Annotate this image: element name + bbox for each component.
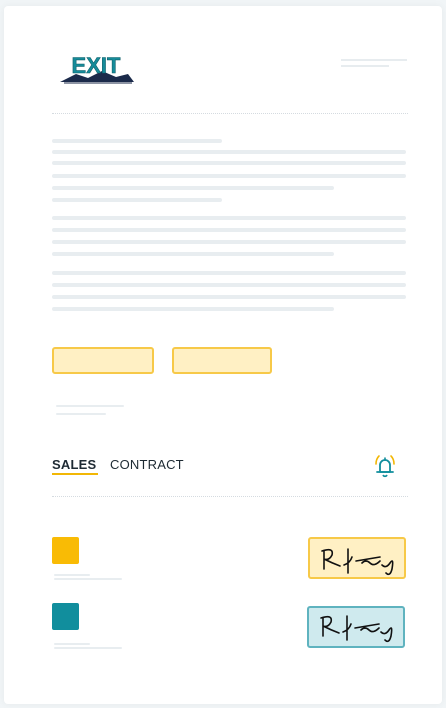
- logo-text: EXIT: [72, 53, 121, 78]
- text-line: [52, 150, 406, 154]
- text-line: [52, 252, 334, 256]
- tabs-divider: [52, 496, 408, 497]
- tab-contract[interactable]: CONTRACT: [110, 457, 184, 472]
- signer-color-teal: [52, 603, 79, 630]
- signature-box-teal[interactable]: [307, 606, 405, 648]
- text-line: [52, 271, 406, 275]
- section-divider: [52, 113, 408, 114]
- signer-color-yellow: [52, 537, 79, 564]
- tab-sales[interactable]: SALES: [52, 457, 96, 472]
- text-line: [52, 283, 406, 287]
- signer-name-line: [54, 574, 90, 576]
- header-meta-line-1: [341, 59, 407, 61]
- signer-name-line: [54, 643, 90, 645]
- text-line: [52, 198, 222, 202]
- header-meta-line-2: [341, 65, 389, 67]
- caption-line: [56, 405, 124, 407]
- bell-ringing-icon[interactable]: [372, 452, 398, 480]
- text-line: [52, 161, 406, 165]
- text-line: [52, 295, 406, 299]
- text-line: [52, 174, 406, 178]
- signer-name-line: [54, 578, 122, 580]
- caption-line: [56, 413, 106, 415]
- form-field-2[interactable]: [172, 347, 272, 374]
- signer-name-line: [54, 647, 122, 649]
- text-line: [52, 216, 406, 220]
- signature-icon: [321, 548, 394, 576]
- form-field-1[interactable]: [52, 347, 154, 374]
- text-line: [52, 228, 406, 232]
- signature-box-yellow[interactable]: [308, 537, 406, 579]
- text-line: [52, 186, 334, 190]
- text-line: [52, 307, 334, 311]
- signature-icon: [320, 615, 393, 643]
- text-line: [52, 139, 222, 143]
- exit-logo: EXIT: [60, 53, 134, 84]
- tab-sales-underline: [52, 473, 98, 475]
- text-line: [52, 240, 406, 244]
